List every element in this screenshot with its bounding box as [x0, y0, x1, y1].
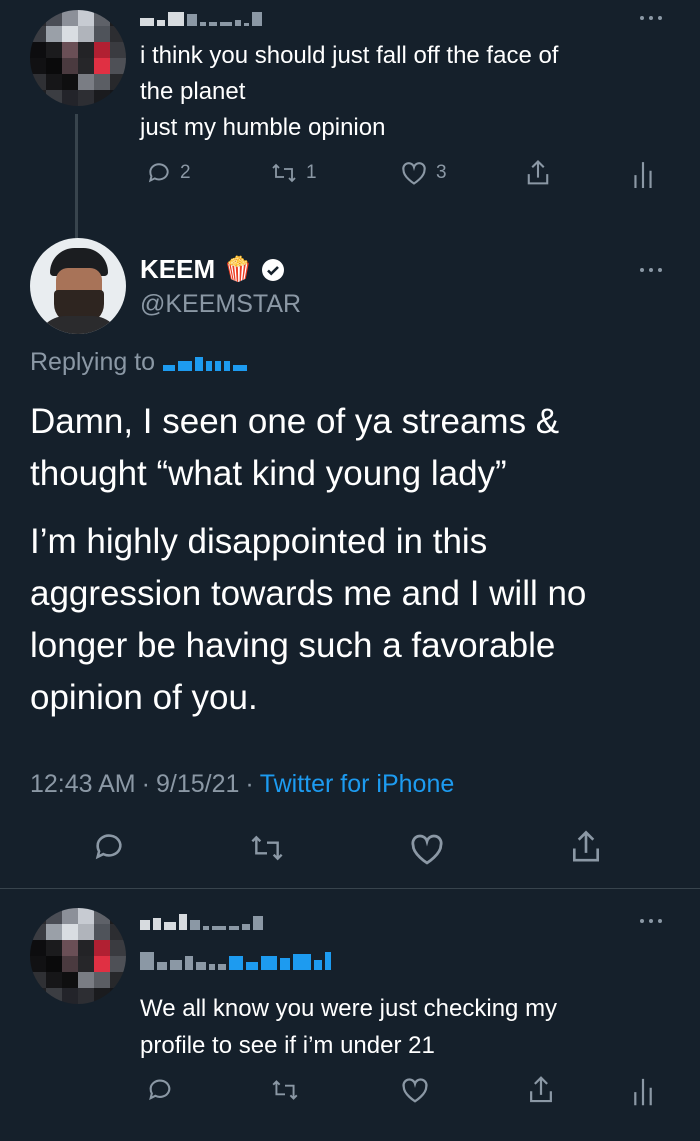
retweet-button[interactable] — [248, 832, 286, 869]
avatar-shirt — [36, 316, 122, 334]
share-button[interactable] — [524, 158, 552, 193]
retweet-button[interactable] — [270, 1076, 300, 1109]
tweet-meta: 12:43 AM · 9/15/21 · Twitter for iPhone — [30, 770, 454, 799]
like-icon — [402, 162, 426, 185]
text-line: profile to see if i’m under 21 — [140, 1032, 435, 1059]
text-line: longer be having such a favorable — [30, 626, 556, 665]
tweet-source[interactable]: Twitter for iPhone — [260, 770, 455, 799]
retweet-icon — [251, 835, 283, 861]
redacted-display-name — [140, 8, 262, 26]
meta-separator: · — [141, 770, 150, 798]
like-button[interactable]: 3 — [400, 160, 447, 186]
reply-icon — [149, 1079, 171, 1101]
share-icon — [572, 830, 600, 862]
retweet-icon — [272, 1080, 298, 1100]
author-line[interactable]: KEEM 🍿 — [140, 254, 285, 285]
more-icon[interactable] — [640, 918, 662, 924]
like-button[interactable] — [408, 832, 446, 871]
text-line: aggression towards me and I will no — [30, 574, 587, 613]
thread-line — [75, 114, 78, 240]
text-line: thought “what kind young lady” — [30, 454, 507, 493]
reply-text: i think you should just fall off the fac… — [140, 38, 558, 146]
retweet-count: 1 — [306, 162, 317, 183]
text-line: i think you should just fall off the fac… — [140, 42, 559, 69]
divider — [0, 888, 700, 889]
more-icon[interactable] — [640, 267, 662, 273]
reply-icon — [148, 163, 169, 183]
share-icon — [527, 159, 549, 185]
like-button[interactable] — [400, 1076, 430, 1109]
text-line: I’m highly disappointed in this — [30, 522, 488, 561]
text-line: opinion of you. — [30, 678, 258, 717]
avatar[interactable] — [30, 238, 126, 334]
reply-button[interactable] — [92, 830, 126, 869]
meta-separator: · — [245, 770, 254, 798]
text-line: the planet — [140, 78, 246, 105]
analytics-button[interactable] — [632, 160, 654, 193]
like-icon — [411, 834, 443, 865]
analytics-button[interactable] — [632, 1076, 654, 1111]
like-count: 3 — [436, 162, 447, 183]
verified-badge-icon — [262, 258, 285, 281]
retweet-icon — [272, 163, 296, 183]
retweet-button[interactable]: 1 — [270, 160, 317, 186]
text-line: We all know you were just checking my — [140, 995, 558, 1022]
redacted-display-name — [140, 912, 263, 930]
share-button[interactable] — [526, 1074, 556, 1111]
redacted-handle[interactable] — [163, 355, 248, 371]
redacted-replying-to — [140, 950, 331, 970]
share-button[interactable] — [568, 828, 604, 871]
share-icon — [530, 1076, 552, 1103]
analytics-icon — [634, 162, 652, 188]
avatar[interactable] — [30, 908, 126, 1004]
reply-icon — [95, 834, 122, 860]
text-line: Damn, I seen one of ya streams & — [30, 402, 560, 441]
reply-count: 2 — [180, 162, 191, 183]
like-icon — [402, 1078, 428, 1103]
divider — [30, 820, 670, 821]
popcorn-emoji: 🍿 — [223, 256, 254, 283]
reply-button[interactable] — [146, 1076, 174, 1109]
replying-to: Replying to — [30, 348, 248, 377]
reply-button[interactable]: 2 — [146, 160, 191, 186]
tweet-body: Damn, I seen one of ya streams & thought… — [30, 396, 586, 724]
replying-to-label: Replying to — [30, 348, 156, 376]
tweet-date: 9/15/21 — [155, 770, 240, 798]
text-line: just my humble opinion — [140, 114, 386, 141]
tweet-time: 12:43 AM — [30, 770, 136, 798]
analytics-icon — [634, 1078, 652, 1106]
avatar[interactable] — [30, 10, 126, 106]
display-name: KEEM — [140, 254, 216, 284]
handle[interactable]: @KEEMSTAR — [140, 290, 301, 319]
reply-text: We all know you were just checking my pr… — [140, 990, 557, 1064]
more-icon[interactable] — [640, 15, 662, 21]
